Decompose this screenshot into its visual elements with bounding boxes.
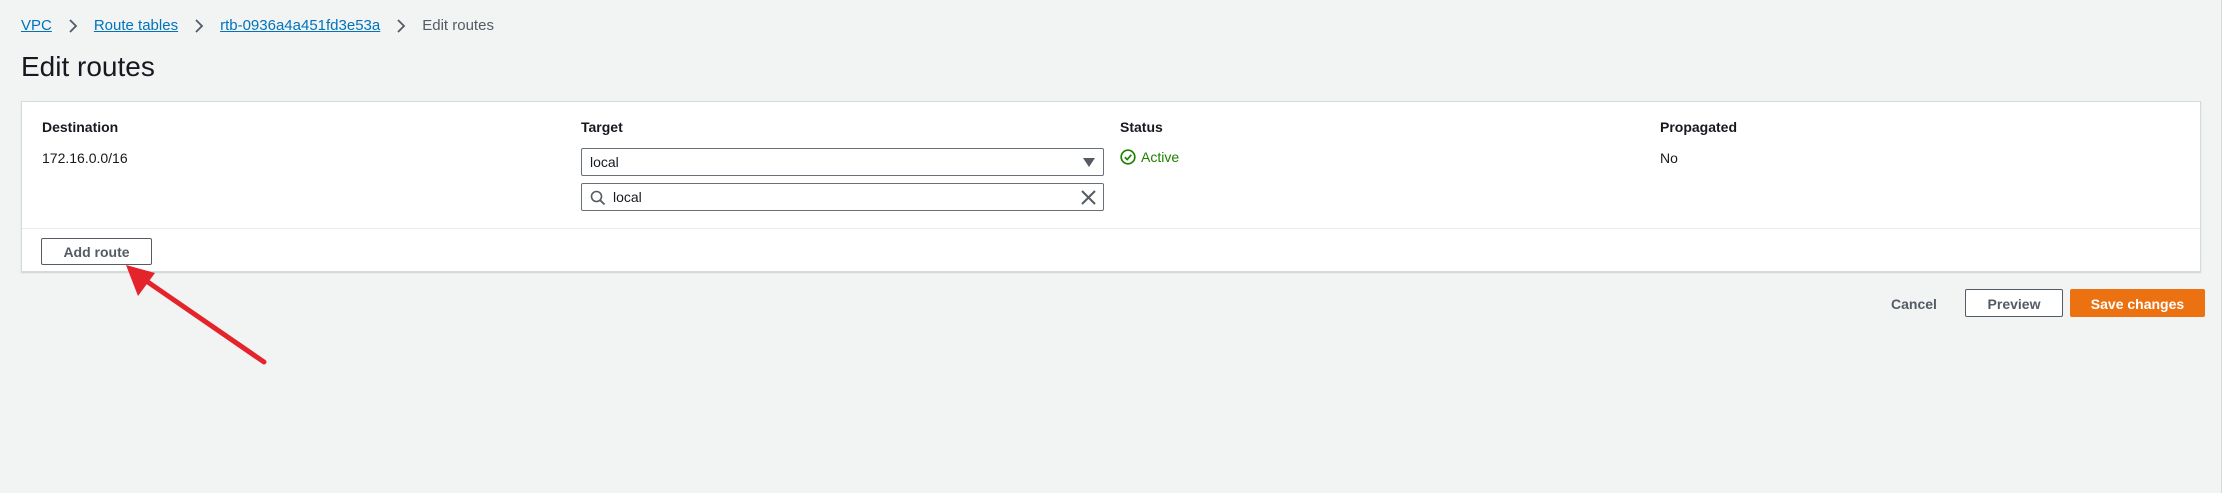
target-filter-field[interactable] <box>581 183 1104 211</box>
preview-button[interactable]: Preview <box>1965 289 2063 317</box>
chevron-right-icon <box>393 16 409 36</box>
cancel-button[interactable]: Cancel <box>1874 289 1954 317</box>
routes-panel: Destination Target Status Propagated 172… <box>21 101 2201 272</box>
target-column-header: Target <box>581 119 623 135</box>
page-title: Edit routes <box>21 51 155 82</box>
target-filter-input[interactable] <box>613 187 1053 207</box>
destination-column-header: Destination <box>42 119 119 135</box>
add-route-button[interactable]: Add route <box>41 238 152 265</box>
target-select-value: local <box>590 154 619 170</box>
caret-down-icon <box>1083 158 1095 167</box>
close-icon[interactable] <box>1080 189 1097 206</box>
edit-routes-page: VPC Route tables rtb-0936a4a451fd3e53a E… <box>0 0 2228 493</box>
check-circle-icon <box>1120 149 1136 165</box>
row-divider <box>22 228 2200 229</box>
status-column-header: Status <box>1120 119 1163 135</box>
chevron-right-icon <box>65 16 81 36</box>
breadcrumb-route-table-id-link[interactable]: rtb-0936a4a451fd3e53a <box>220 16 380 36</box>
breadcrumb-route-tables-link[interactable]: Route tables <box>94 16 178 36</box>
search-icon <box>590 190 606 206</box>
breadcrumb-current: Edit routes <box>422 17 494 34</box>
route-destination: 172.16.0.0/16 <box>42 150 128 166</box>
propagated-column-header: Propagated <box>1660 119 1738 135</box>
route-status: Active <box>1120 149 1179 165</box>
route-propagated: No <box>1660 150 1678 166</box>
status-text: Active <box>1141 149 1180 165</box>
chevron-right-icon <box>191 16 207 36</box>
breadcrumb-vpc-link[interactable]: VPC <box>21 16 52 36</box>
save-changes-button[interactable]: Save changes <box>2070 289 2205 317</box>
target-select[interactable]: local <box>581 148 1104 176</box>
breadcrumb: VPC Route tables rtb-0936a4a451fd3e53a E… <box>21 16 494 36</box>
scrollbar-track[interactable] <box>2221 0 2228 493</box>
